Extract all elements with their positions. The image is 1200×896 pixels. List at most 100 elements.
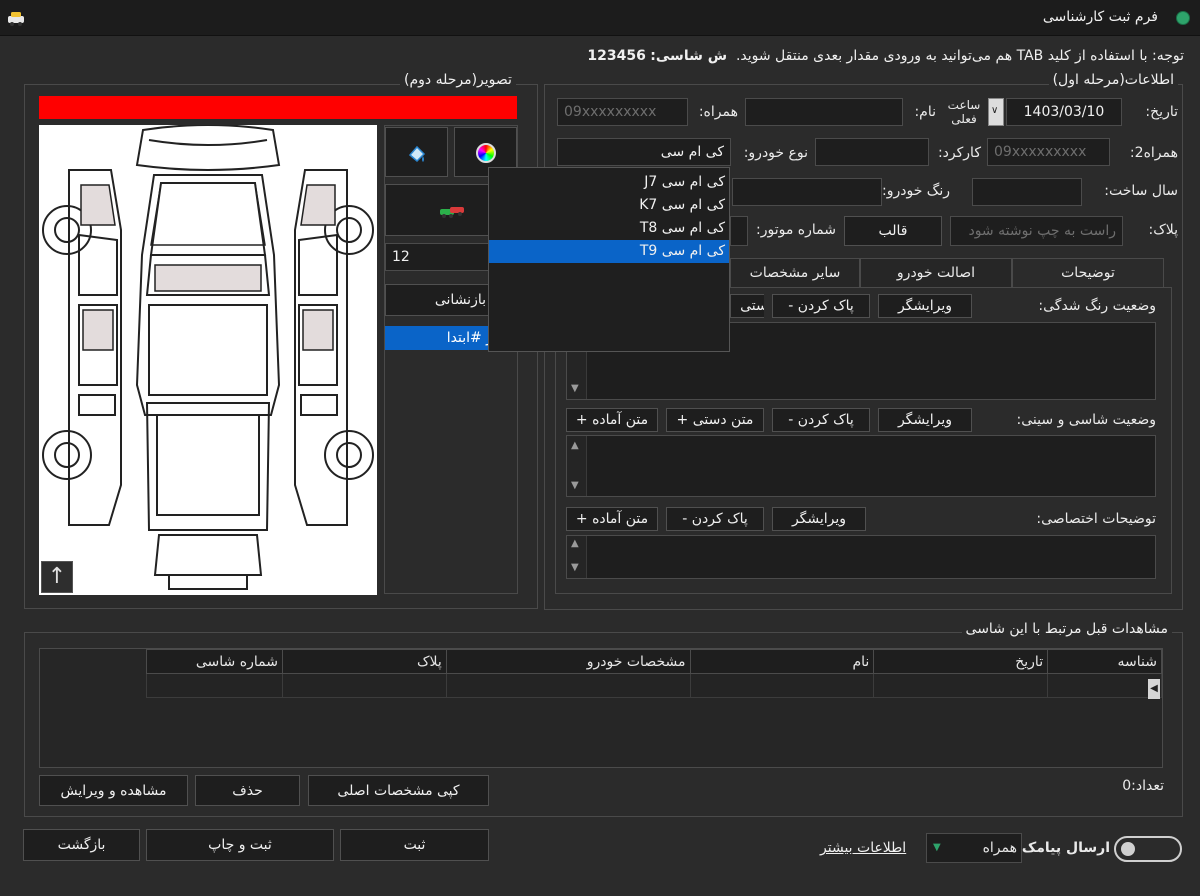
view-edit-button[interactable]: مشاهده و ویرایش xyxy=(39,775,188,806)
column-header[interactable]: نام xyxy=(689,649,875,674)
row-indicator-icon: ◀ xyxy=(1148,679,1160,699)
back-button[interactable]: بازگشت xyxy=(23,829,140,861)
chassis-clear-button[interactable]: - پاک کردن xyxy=(772,408,870,432)
paint-bucket-button[interactable] xyxy=(385,127,448,177)
save-button[interactable]: ثبت xyxy=(340,829,489,861)
special-ready-text-button[interactable]: + متن آماده xyxy=(566,507,658,531)
date-label: تاریخ: xyxy=(1145,104,1178,120)
column-header[interactable]: شناسه xyxy=(1047,649,1162,674)
table-cell xyxy=(1047,673,1162,698)
special-scrollbar[interactable]: ▲ ▼ xyxy=(567,536,587,578)
chassis-status-label: وضعیت شاسی و سینی: xyxy=(1016,412,1156,428)
year-label: سال ساخت: xyxy=(1104,183,1178,199)
tab-descriptions[interactable]: توضیحات xyxy=(1012,258,1164,288)
car-type-dropdown-list[interactable]: کی ام سی J7 کی ام سی K7 کی ام سی T8 کی ا… xyxy=(488,167,730,352)
special-editor-button[interactable]: ویرایشگر xyxy=(772,507,866,531)
sms-target-select[interactable]: همراه ▼ xyxy=(926,833,1022,863)
sms-target-value: همراه xyxy=(982,840,1017,856)
count-value: 0 xyxy=(1122,778,1132,794)
car-type-option[interactable]: کی ام سی J7 xyxy=(489,171,729,194)
paint-clear-button[interactable]: - پاک کردن xyxy=(772,294,870,318)
name-label: نام: xyxy=(914,104,936,120)
history-table: شناسه تاریخ نام مشخصات خودرو پلاک شماره … xyxy=(146,649,1162,698)
name-input[interactable] xyxy=(745,98,903,126)
paint-manual-text-label[interactable]: + متن دستی xyxy=(730,294,764,318)
tab-originality[interactable]: اصالت خودرو xyxy=(860,258,1012,288)
table-row[interactable] xyxy=(146,673,1162,698)
engine-number-label: شماره موتور: xyxy=(756,222,836,238)
chassis-value: 123456 xyxy=(587,48,646,64)
mobile2-input[interactable] xyxy=(987,138,1110,166)
chassis-status-textarea[interactable]: ▲ ▼ xyxy=(566,435,1156,497)
mobile-label: همراه: xyxy=(698,104,738,120)
toggle-knob xyxy=(1121,842,1135,856)
mobile-input[interactable] xyxy=(557,98,688,126)
chassis-editor-button[interactable]: ویرایشگر xyxy=(878,408,972,432)
save-print-button[interactable]: ثبت و چاپ xyxy=(146,829,334,861)
count-label-text: تعداد: xyxy=(1131,778,1164,794)
more-info-link[interactable]: اطلاعات بیشتر xyxy=(820,840,906,856)
engine-number-input[interactable] xyxy=(730,216,748,246)
paint-editor-button[interactable]: ویرایشگر xyxy=(878,294,972,318)
column-header[interactable]: پلاک xyxy=(281,649,447,674)
tab-other-specs-label: سایر مشخصات xyxy=(749,265,841,281)
scroll-down-icon[interactable]: ▼ xyxy=(571,480,579,491)
close-icon[interactable] xyxy=(1176,11,1190,25)
year-input[interactable] xyxy=(972,178,1082,206)
stage2-title: تصویر(مرحله دوم) xyxy=(400,72,516,88)
tab-other-specs[interactable]: سایر مشخصات xyxy=(730,258,860,288)
mileage-label: کارکرد: xyxy=(937,145,981,161)
template-button[interactable]: قالب xyxy=(844,216,942,246)
car-outline-drawing xyxy=(42,124,374,590)
special-clear-button[interactable]: - پاک کردن xyxy=(666,507,764,531)
car-damage-diagram[interactable]: ↑ xyxy=(39,124,377,595)
sms-toggle[interactable] xyxy=(1114,836,1182,862)
chassis-ready-text-button[interactable]: + متن آماده xyxy=(566,408,658,432)
mileage-input[interactable] xyxy=(815,138,929,166)
column-header[interactable]: تاریخ xyxy=(873,649,1049,674)
table-cell xyxy=(281,673,447,698)
date-input[interactable] xyxy=(1006,98,1122,126)
copy-main-specs-button[interactable]: کپی مشخصات اصلی xyxy=(308,775,489,806)
car-type-input[interactable] xyxy=(557,138,731,166)
car-type-option[interactable]: کی ام سی K7 xyxy=(489,194,729,217)
plate-input[interactable] xyxy=(950,216,1123,246)
current-time-label[interactable]: ساعت فعلی xyxy=(944,98,984,126)
red-status-bar xyxy=(39,96,517,119)
special-notes-textarea[interactable]: ▲ ▼ xyxy=(566,535,1156,579)
option-label: کی ام سی T8 xyxy=(639,220,725,236)
option-label: کی ام سی T9 xyxy=(639,243,725,259)
paint-status-label: وضعیت رنگ شدگی: xyxy=(1038,298,1156,314)
color-input[interactable] xyxy=(732,178,882,206)
scroll-up-icon[interactable]: ▲ xyxy=(571,538,579,549)
sms-label: ارسال پیامک xyxy=(1021,840,1110,856)
column-header[interactable]: مشخصات خودرو xyxy=(445,649,691,674)
table-cell xyxy=(146,673,283,698)
cars-icon xyxy=(440,207,464,218)
table-cell xyxy=(873,673,1049,698)
paint-manual-text-button[interactable]: + متن دستی xyxy=(730,294,764,318)
option-label: کی ام سی K7 xyxy=(639,197,725,213)
chevron-down-icon: ∨ xyxy=(991,105,999,116)
scroll-up-icon[interactable]: ▲ xyxy=(571,440,579,451)
paint-bucket-icon xyxy=(408,145,426,163)
car-type-option[interactable]: کی ام سی T8 xyxy=(489,217,729,240)
car-type-option-selected[interactable]: کی ام سی T9 xyxy=(489,240,729,263)
history-grid[interactable]: شناسه تاریخ نام مشخصات خودرو پلاک شماره … xyxy=(39,648,1163,768)
arrow-up-icon: ↑ xyxy=(47,564,67,589)
chassis-manual-text-button[interactable]: + متن دستی xyxy=(666,408,764,432)
scroll-down-icon[interactable]: ▼ xyxy=(571,383,579,394)
delete-button[interactable]: حذف xyxy=(195,775,300,806)
notice-text: توجه: با استفاده از کلید TAB هم می‌توانی… xyxy=(587,48,1184,64)
date-dropdown-button[interactable]: ∨ xyxy=(988,98,1004,126)
option-label: کی ام سی J7 xyxy=(644,174,725,190)
dropdown-arrow-icon: ▼ xyxy=(933,842,941,853)
chassis-scrollbar[interactable]: ▲ ▼ xyxy=(567,436,587,496)
column-header[interactable]: شماره شاسی xyxy=(146,649,283,674)
history-list[interactable]: تغییر #ابتدا xyxy=(385,322,517,593)
scroll-down-icon[interactable]: ▼ xyxy=(571,562,579,573)
notice-message: توجه: با استفاده از کلید TAB هم می‌توانی… xyxy=(735,48,1184,64)
count-label: تعداد:0 xyxy=(1122,778,1164,794)
scroll-up-button[interactable]: ↑ xyxy=(41,561,73,593)
title-bar: فرم ثبت کارشناسی xyxy=(0,0,1200,36)
